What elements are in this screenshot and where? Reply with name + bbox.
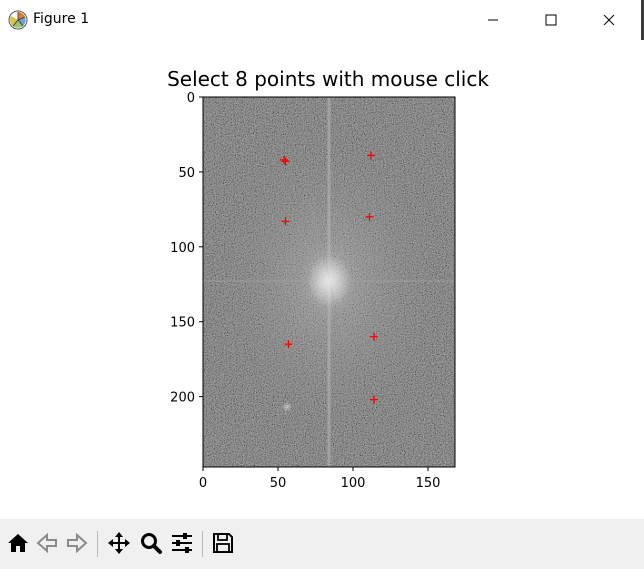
navigation-toolbar (0, 519, 644, 569)
forward-button[interactable] (63, 529, 91, 557)
home-icon (8, 534, 28, 552)
x-tick-label: 0 (199, 476, 207, 491)
toolbar-separator (97, 531, 98, 557)
toolbar-separator (202, 531, 203, 557)
y-tick-label: 100 (170, 241, 195, 256)
back-icon (36, 532, 57, 554)
maximize-button[interactable] (528, 6, 574, 34)
window-title: Figure 1 (33, 11, 90, 27)
matplotlib-icon (8, 10, 28, 30)
minimize-icon (488, 19, 498, 21)
pan-button[interactable] (105, 529, 133, 557)
back-button[interactable] (33, 529, 61, 557)
save-icon (213, 533, 233, 553)
y-tick-label: 150 (170, 316, 195, 331)
window-titlebar: Figure 1 (0, 0, 644, 40)
pan-icon (108, 532, 130, 554)
maximize-icon (545, 14, 557, 26)
configure-subplots-button[interactable] (168, 529, 196, 557)
configure-subplots-icon (172, 533, 192, 553)
zoom-icon (141, 533, 162, 554)
x-tick-label: 50 (270, 476, 287, 491)
y-tick-label: 0 (187, 91, 195, 106)
forward-icon (67, 532, 88, 554)
figure-canvas[interactable]: Select 8 points with mouse click 0 50 10… (0, 40, 644, 519)
x-tick-label: 150 (416, 476, 441, 491)
spectrum-image (203, 97, 455, 467)
home-button[interactable] (4, 529, 32, 557)
plot-area[interactable]: 0 50 100 150 0 50 100 150 200 (0, 40, 644, 519)
zoom-button[interactable] (137, 529, 165, 557)
y-tick-label: 200 (170, 391, 195, 406)
save-button[interactable] (209, 529, 237, 557)
y-tick-label: 50 (178, 166, 195, 181)
x-tick-label: 100 (341, 476, 366, 491)
minimize-button[interactable] (470, 6, 516, 34)
close-button[interactable] (586, 6, 632, 34)
close-icon (603, 14, 615, 26)
